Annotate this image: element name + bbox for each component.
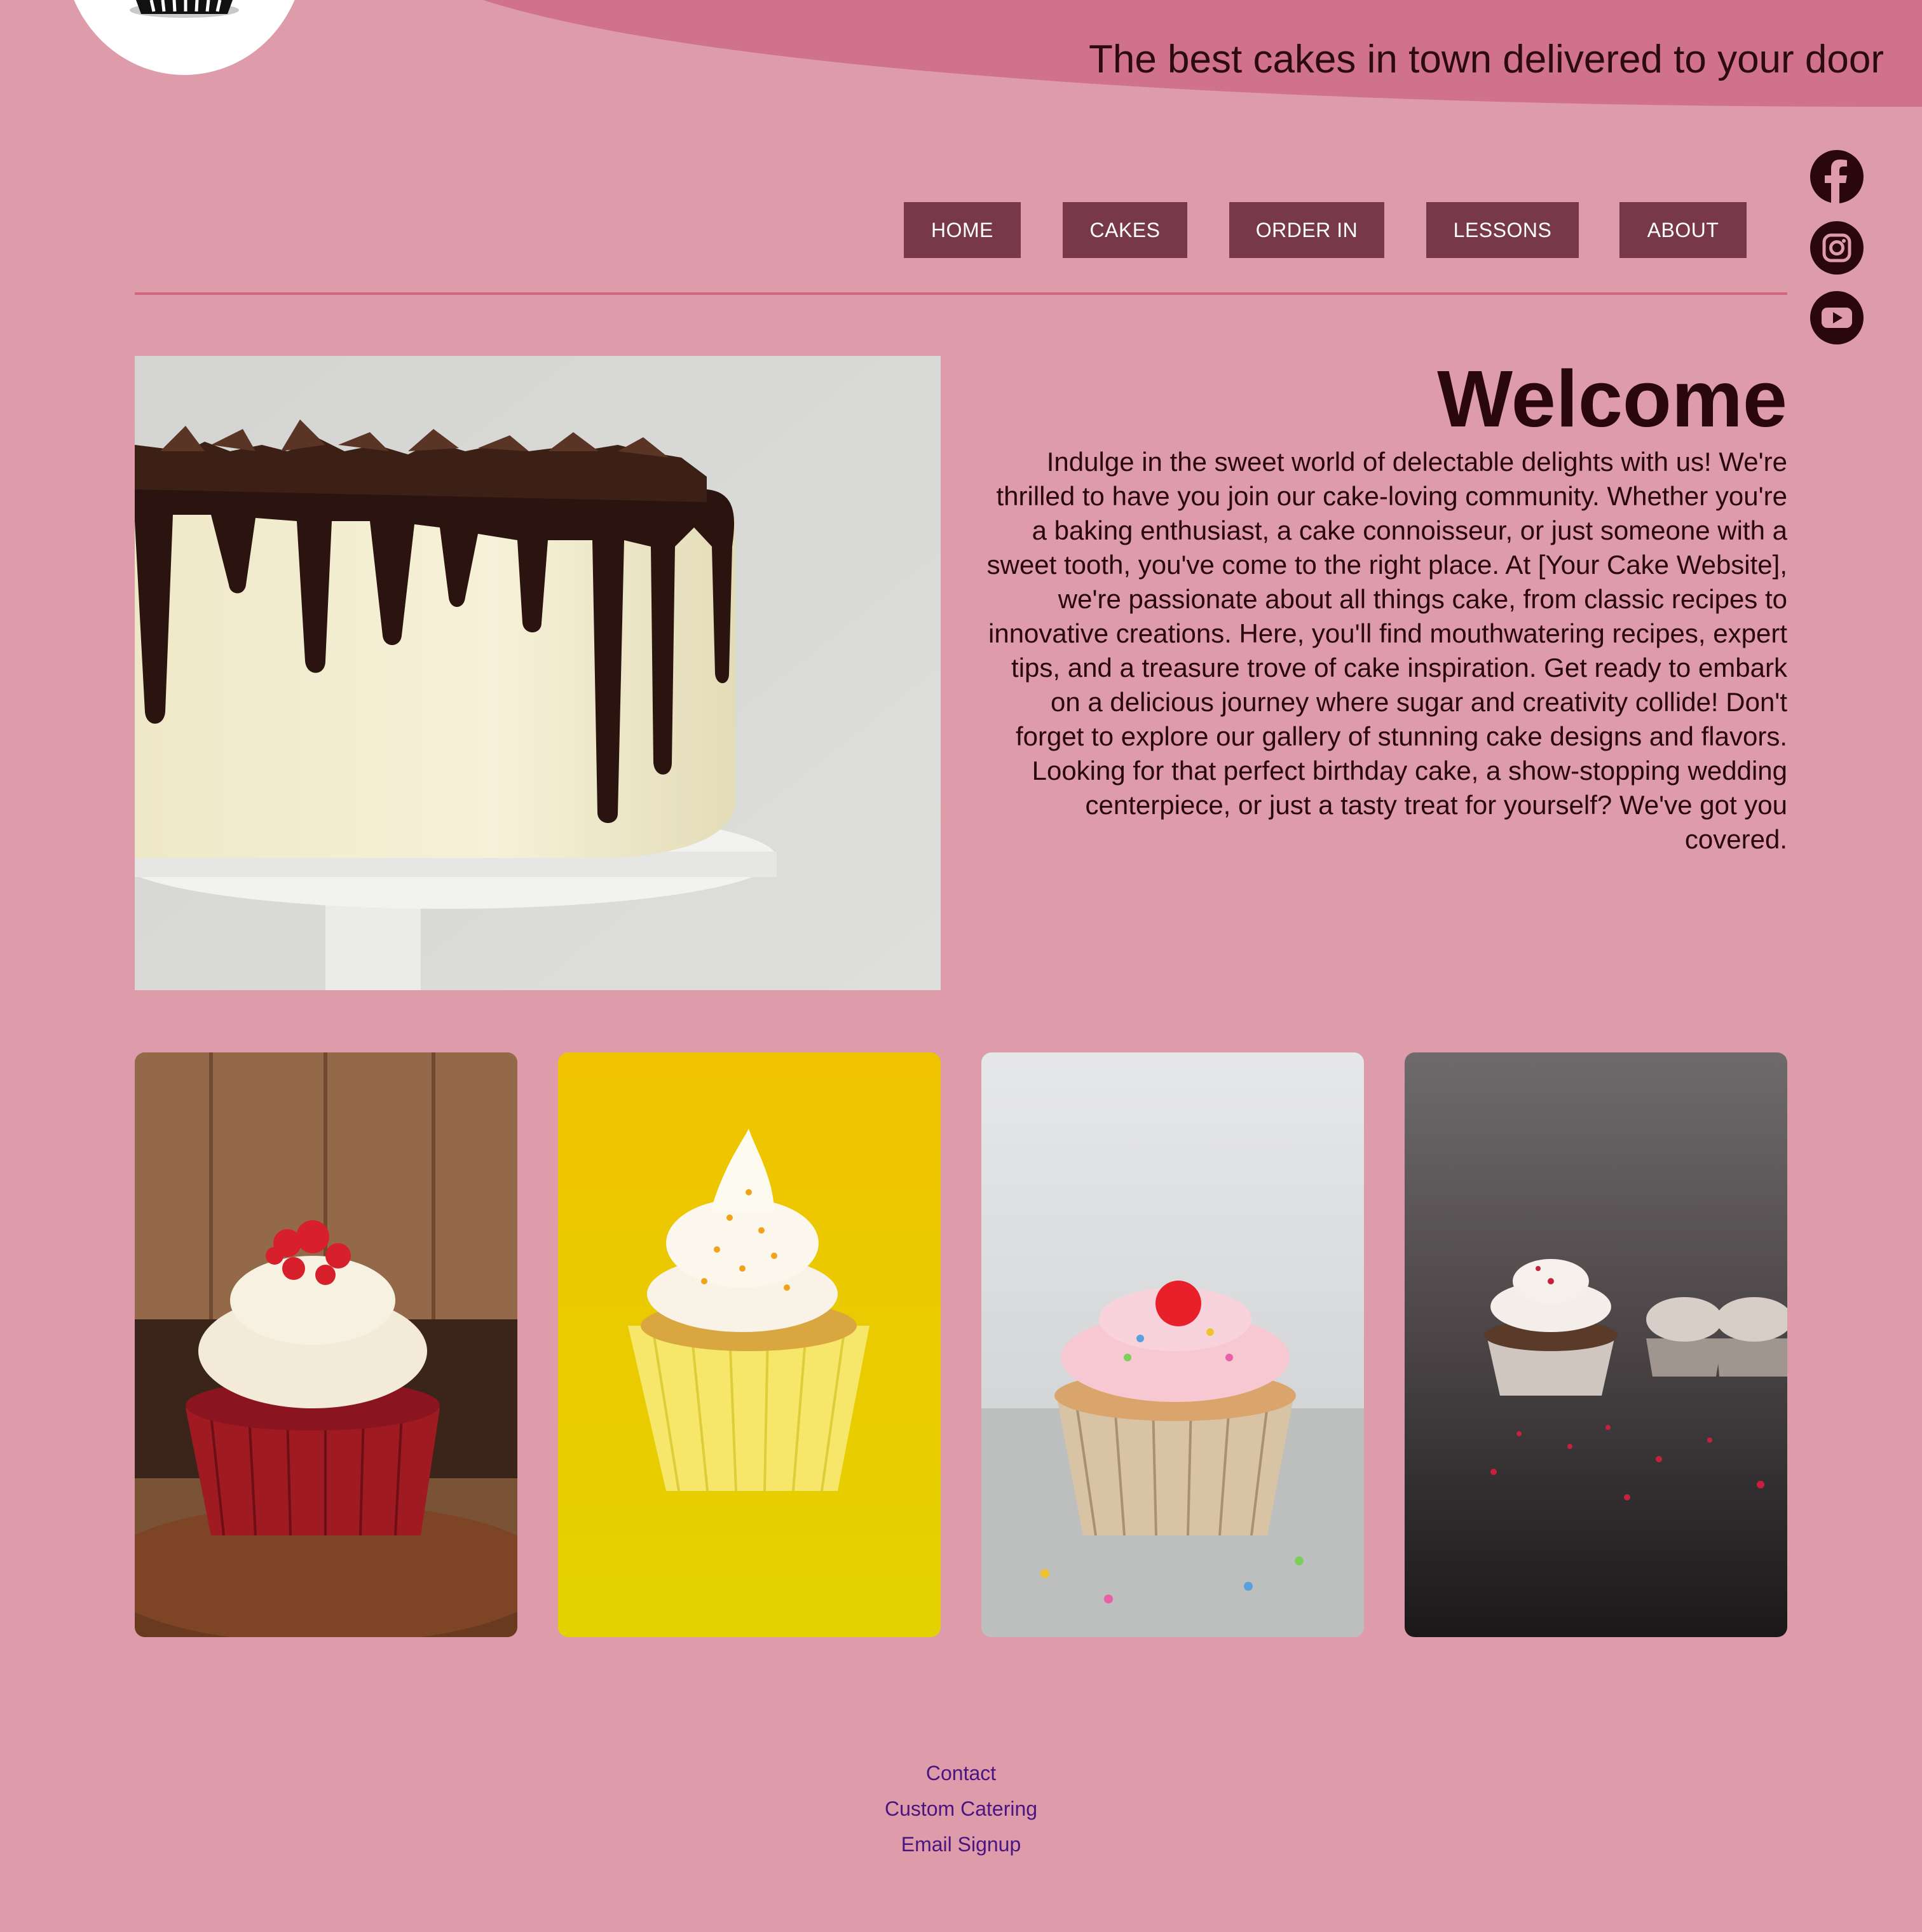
- footer-custom-catering-link[interactable]: Custom Catering: [0, 1791, 1922, 1827]
- chocolate-cupcake-photo: [1405, 1052, 1787, 1637]
- facebook-icon[interactable]: [1810, 150, 1864, 203]
- youtube-icon[interactable]: [1810, 291, 1864, 344]
- nav-home-button[interactable]: HOME: [904, 202, 1021, 258]
- instagram-icon[interactable]: [1810, 221, 1864, 275]
- footer-contact-link[interactable]: Contact: [0, 1755, 1922, 1791]
- header-divider: [135, 292, 1787, 295]
- nav-order-in-button[interactable]: ORDER IN: [1229, 202, 1384, 258]
- red-velvet-cupcake-photo: [135, 1052, 517, 1637]
- drip-cake-photo: [135, 356, 941, 990]
- footer-email-signup-link[interactable]: Email Signup: [0, 1827, 1922, 1862]
- nav-about-button[interactable]: ABOUT: [1619, 202, 1747, 258]
- nav-cakes-button[interactable]: CAKES: [1063, 202, 1187, 258]
- welcome-title: Welcome: [1437, 354, 1787, 444]
- footer: Contact Custom Catering Email Signup: [0, 1755, 1922, 1862]
- welcome-text: Indulge in the sweet world of delectable…: [986, 447, 1787, 854]
- yellow-cupcake-photo: [558, 1052, 941, 1637]
- nav-lessons-button[interactable]: LESSONS: [1426, 202, 1579, 258]
- tagline: The best cakes in town delivered to your…: [1088, 37, 1884, 81]
- cake-logo-icon: [130, 0, 239, 18]
- cherry-cupcake-photo: [981, 1052, 1364, 1637]
